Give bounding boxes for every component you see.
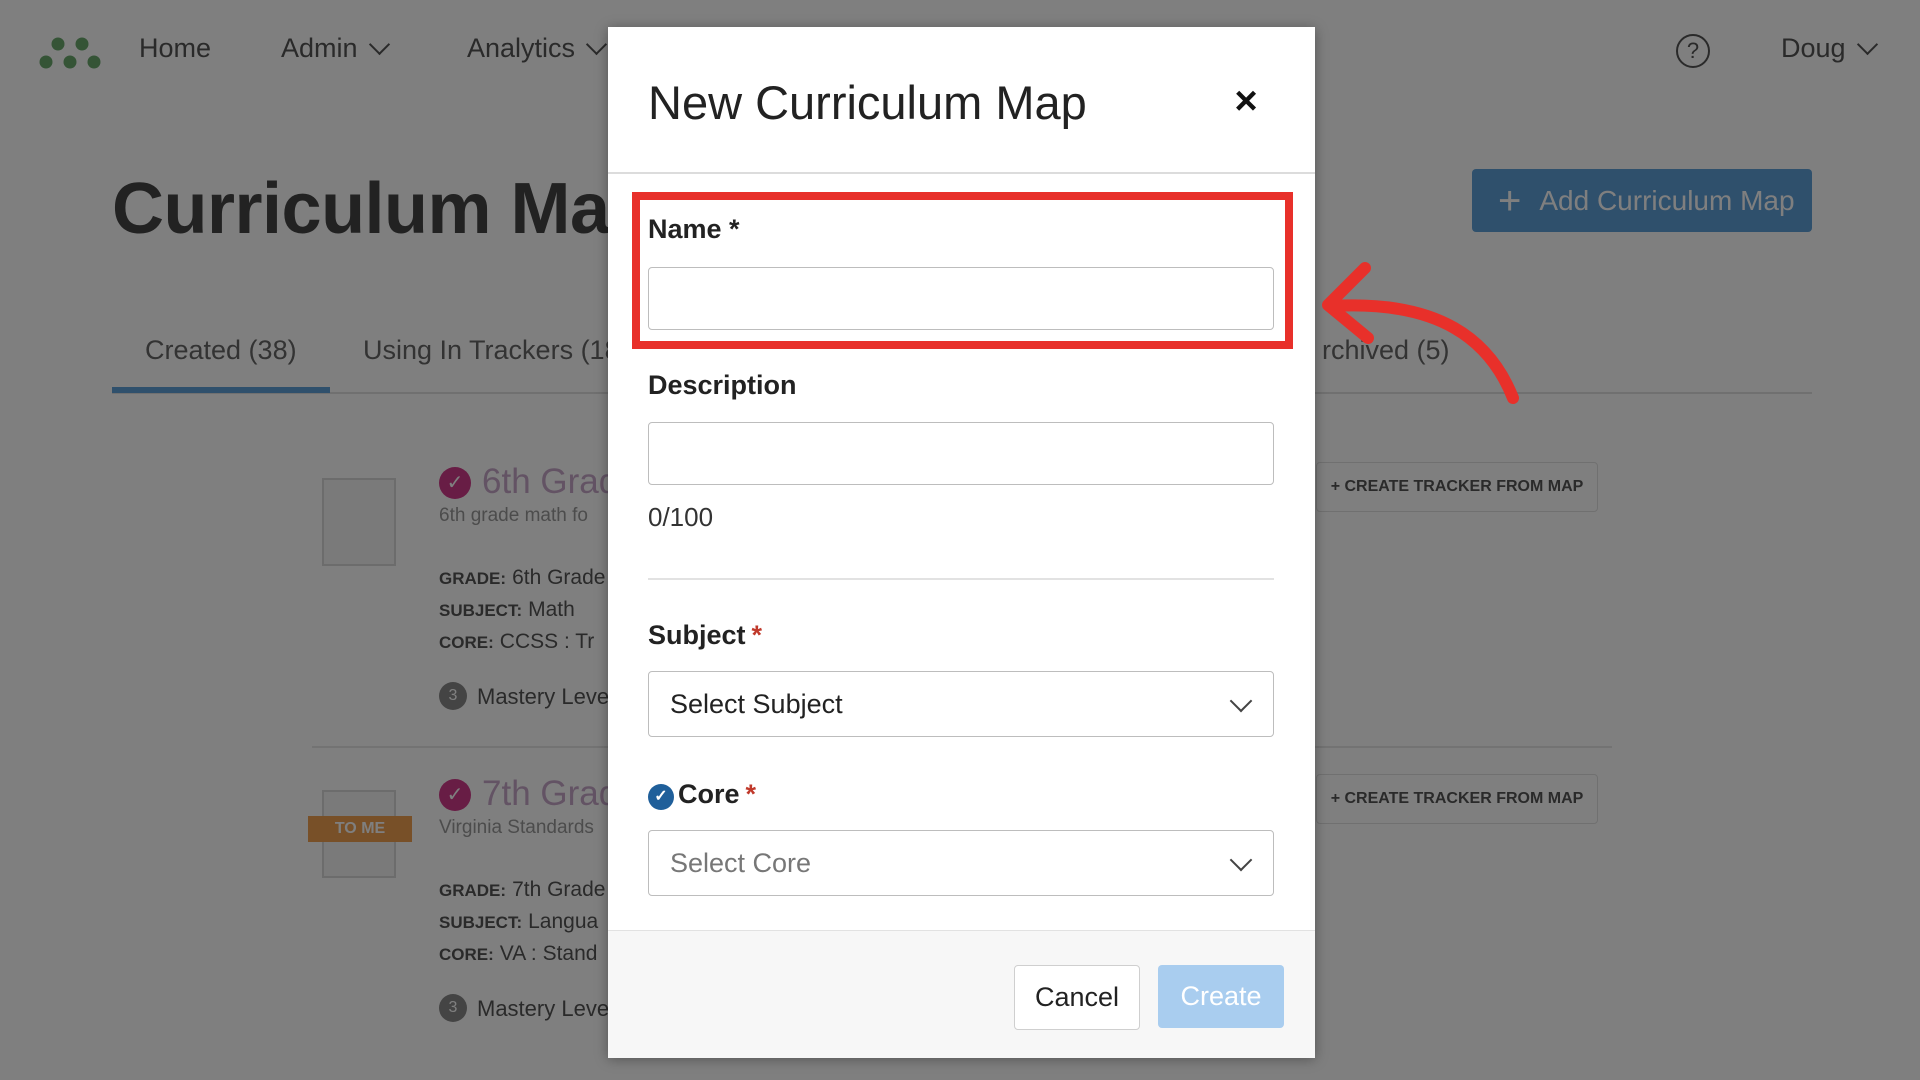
dialog-footer: Cancel Create	[608, 930, 1315, 1058]
subject-select[interactable]: Select Subject	[648, 671, 1274, 737]
name-field-highlight	[632, 192, 1293, 349]
description-label: Description	[648, 370, 797, 400]
cancel-button[interactable]: Cancel	[1014, 965, 1140, 1030]
subject-select-value: Select Subject	[670, 688, 843, 719]
subject-label-text: Subject	[648, 620, 746, 650]
verified-core-icon: ✓	[648, 784, 674, 810]
dialog-header-divider	[608, 172, 1315, 174]
required-asterisk: *	[751, 620, 763, 650]
close-icon[interactable]: ×	[1226, 81, 1266, 121]
core-label: ✓ Core *	[648, 779, 756, 810]
section-divider	[648, 578, 1274, 580]
description-char-counter: 0/100	[648, 502, 714, 532]
core-label-text: Core	[678, 779, 740, 809]
description-input[interactable]	[648, 422, 1274, 485]
core-select-value: Select Core	[670, 847, 812, 878]
chevron-down-icon	[1229, 848, 1253, 872]
create-button[interactable]: Create	[1158, 965, 1284, 1028]
pointer-arrow-icon	[1322, 262, 1519, 404]
dialog-title: New Curriculum Map	[648, 76, 1087, 129]
core-select[interactable]: Select Core	[648, 830, 1274, 896]
subject-label: Subject *	[648, 620, 762, 651]
chevron-down-icon	[1229, 689, 1253, 713]
new-curriculum-map-dialog: New Curriculum Map × Name * Description …	[608, 27, 1315, 1058]
required-asterisk: *	[745, 779, 757, 809]
